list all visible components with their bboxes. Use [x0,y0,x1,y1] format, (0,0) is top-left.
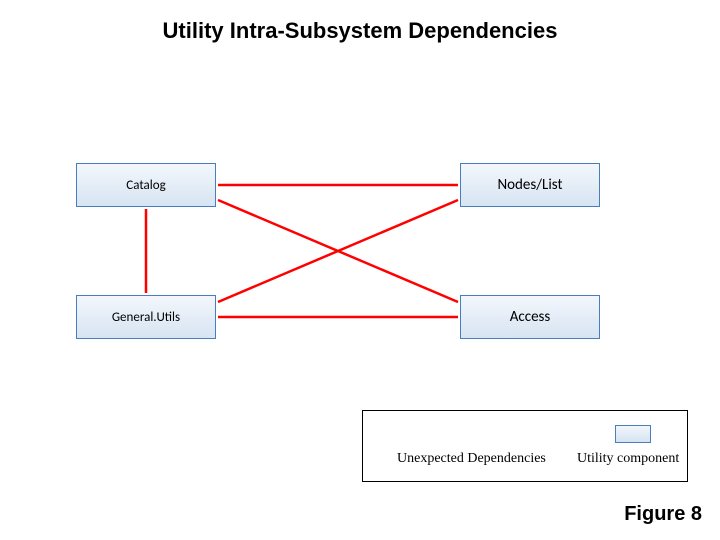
edge-catalog-access [218,200,458,302]
legend-component-label: Utility component [577,451,679,467]
diagram-title: Utility Intra-Subsystem Dependencies [0,18,720,44]
legend-box: Unexpected Dependencies Utility componen… [362,410,688,482]
node-catalog: Catalog [76,163,216,207]
legend-component-swatch [615,425,651,443]
legend-unexpected-label: Unexpected Dependencies [397,451,546,467]
figure-label: Figure 8 [624,503,702,526]
node-nodeslist: Nodes/List [460,163,600,207]
node-access: Access [460,295,600,339]
edge-generalutils-nodeslist [218,200,458,302]
node-generalutils: General.Utils [76,295,216,339]
